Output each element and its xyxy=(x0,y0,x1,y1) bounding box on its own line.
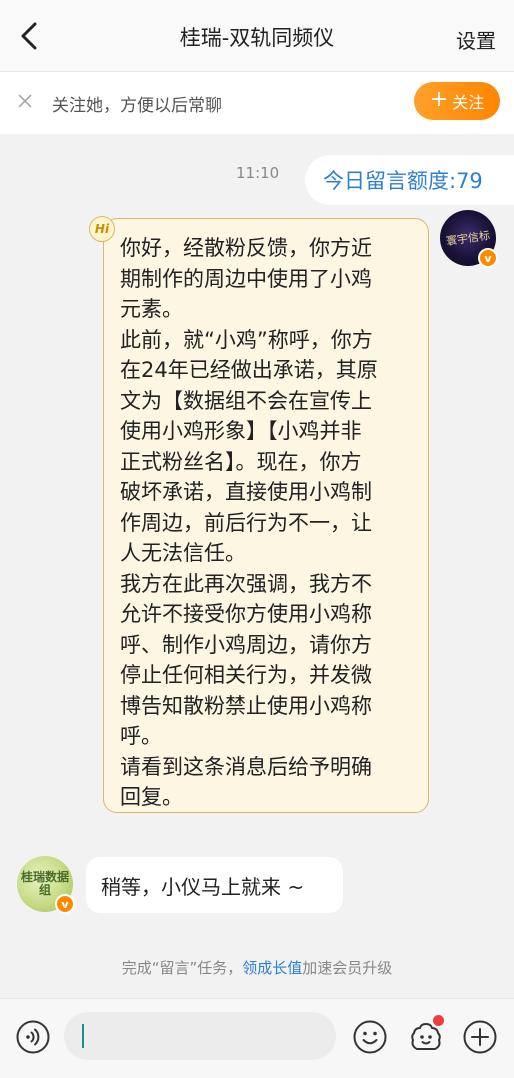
plus-icon: + xyxy=(429,86,449,112)
message-line: 博告知散粉禁止使用小鸡称 xyxy=(120,693,372,718)
message-line: 文为【数据组不会在宣传上 xyxy=(120,388,372,413)
user-avatar[interactable]: 寰宇信标 v xyxy=(440,210,498,268)
close-icon[interactable] xyxy=(16,92,34,110)
top-nav-bar: 桂瑞-双轨同频仪 设置 xyxy=(0,0,514,72)
voice-input-icon[interactable] xyxy=(15,1019,51,1055)
message-line: 我方在此再次强调，我方不 xyxy=(120,571,372,596)
sent-message-text: 你好，经散粉反馈，你方近 期制作的周边中使用了小鸡 元素。此前，就“小鸡”称呼，你方… xyxy=(120,233,414,813)
hi-badge-icon: Hi xyxy=(89,216,115,242)
emoji-icon[interactable] xyxy=(352,1019,388,1055)
verified-badge-icon: v xyxy=(55,894,75,914)
message-line: 破坏承诺，直接使用小鸡制 xyxy=(120,480,372,504)
message-line: 使用小鸡形象】【小鸡并非 xyxy=(120,419,362,443)
message-line: 作周边，前后行为不一，让 xyxy=(120,510,372,535)
message-line: 允许不接受你方使用小鸡称 xyxy=(120,602,372,626)
chat-title: 桂瑞-双轨同频仪 xyxy=(179,26,335,50)
received-message-bubble[interactable]: 稍等，小仪马上就来 ~ xyxy=(86,857,343,913)
message-line: 请看到这条消息后给予明确 xyxy=(120,754,372,779)
text-caret xyxy=(82,1024,84,1048)
message-line: 呼、制作小鸡周边，请你方 xyxy=(120,632,372,657)
message-line: 你好，经散粉反馈，你方近 xyxy=(120,236,372,260)
received-message-text: 稍等，小仪马上就来 ~ xyxy=(101,874,305,899)
verified-badge-icon: v xyxy=(478,248,498,268)
message-line: 此前，就“小鸡”称呼，你方 xyxy=(120,327,373,352)
settings-button[interactable]: 设置 xyxy=(456,25,496,54)
message-line: 人无法信任。 xyxy=(120,541,246,565)
message-line: 正式粉丝名】。现在，你方 xyxy=(120,449,362,474)
message-line: 呼。 xyxy=(120,724,162,748)
follow-prompt-text: 关注她，方便以后常聊 xyxy=(52,96,222,116)
bot-avatar[interactable]: 桂瑞数据组 v xyxy=(17,856,75,914)
message-input-bar xyxy=(0,998,514,1078)
growth-value-link[interactable]: 领成长值 xyxy=(242,959,302,977)
message-line: 回复。 xyxy=(120,785,183,809)
follow-prompt-bar: 关注她，方便以后常聊 + 关注 xyxy=(0,72,514,134)
user-avatar-text: 寰宇信标 xyxy=(445,228,491,248)
sticker-button[interactable] xyxy=(408,1015,444,1055)
message-line: 停止任何相关行为，并发微 xyxy=(120,663,372,687)
message-line: 元素。 xyxy=(120,297,183,321)
message-quota-badge[interactable]: 今日留言额度:79 xyxy=(305,155,514,205)
message-line: 期制作的周边中使用了小鸡 xyxy=(120,266,372,291)
sent-message-bubble[interactable]: 你好，经散粉反馈，你方近 期制作的周边中使用了小鸡 元素。此前，就“小鸡”称呼，你方… xyxy=(103,218,429,813)
notification-dot xyxy=(433,1015,444,1026)
plus-icon[interactable] xyxy=(462,1019,498,1055)
task-hint-suffix: 加速会员升级 xyxy=(302,959,393,977)
task-hint: 完成“留言”任务，领成长值加速会员升级 xyxy=(0,957,514,978)
follow-button-label: 关注 xyxy=(452,93,485,112)
message-line: 在24年已经做出承诺，其原 xyxy=(120,358,378,382)
task-hint-prefix: 完成“留言”任务， xyxy=(121,959,243,977)
follow-button[interactable]: + 关注 xyxy=(414,82,500,120)
message-timestamp: 11:10 xyxy=(236,164,280,182)
message-input[interactable] xyxy=(64,1012,336,1060)
